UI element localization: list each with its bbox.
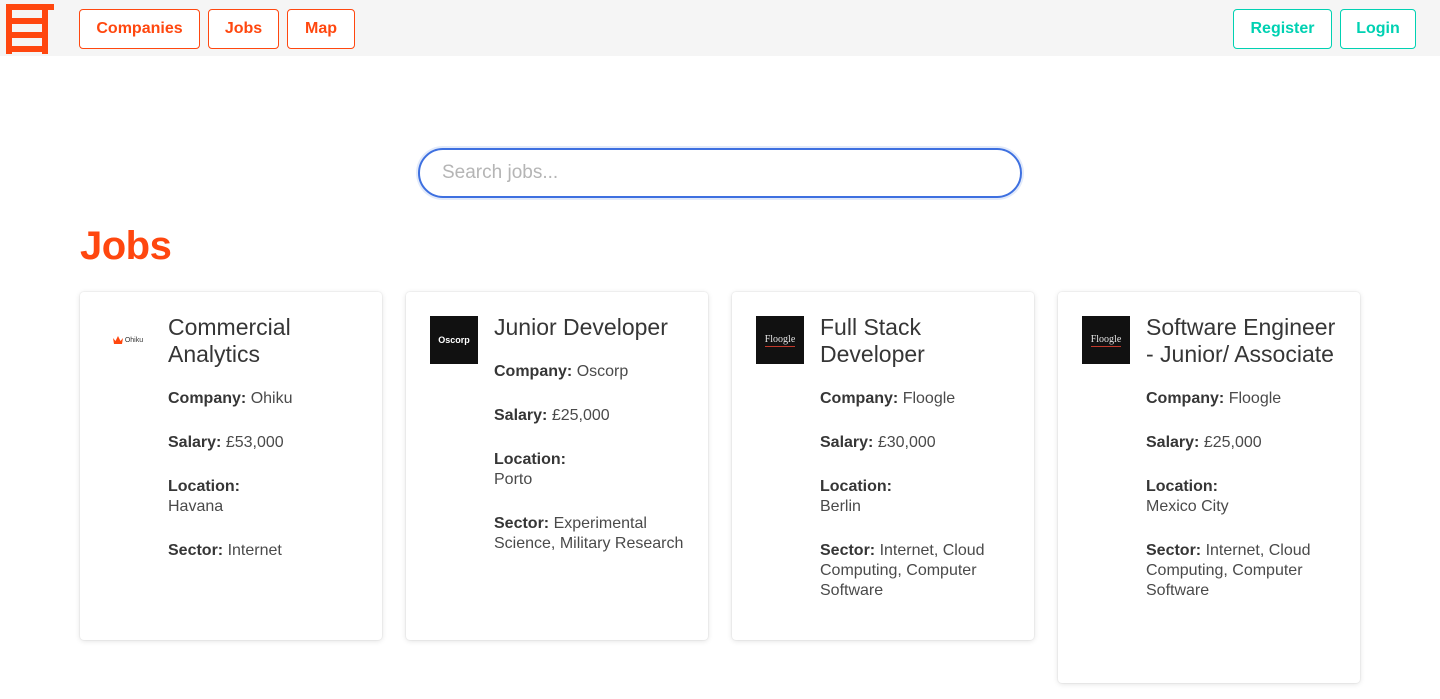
sector-label: Sector: bbox=[1146, 542, 1202, 559]
job-sector: Sector: Internet, Cloud Computing, Compu… bbox=[820, 541, 1020, 601]
location-value: Berlin bbox=[820, 498, 861, 515]
location-value: Porto bbox=[494, 471, 533, 488]
job-card[interactable]: Oscorp Junior Developer Company: Oscorp … bbox=[406, 292, 708, 640]
company-logo: Oscorp bbox=[430, 316, 478, 364]
location-label: Location: bbox=[168, 478, 240, 495]
job-company: Company: Floogle bbox=[820, 389, 1020, 409]
salary-label: Salary: bbox=[1146, 434, 1200, 451]
site-logo-icon[interactable] bbox=[2, 1, 54, 55]
company-logo-text: Floogle bbox=[1090, 333, 1122, 347]
job-sector: Sector: Internet bbox=[168, 541, 368, 561]
page-title: Jobs bbox=[80, 224, 172, 268]
sector-label: Sector: bbox=[494, 515, 550, 532]
job-location: Location: Berlin bbox=[820, 477, 1020, 517]
navbar: Companies Jobs Map Register Login bbox=[0, 0, 1440, 56]
job-title: Full Stack Developer bbox=[820, 314, 925, 367]
job-location: Location: Porto bbox=[494, 450, 694, 490]
nav-map-button[interactable]: Map bbox=[287, 9, 355, 49]
job-title: Software Engineer - Junior/ Associate bbox=[1146, 314, 1336, 367]
job-salary: Salary: £30,000 bbox=[820, 433, 1020, 453]
nav-companies-button[interactable]: Companies bbox=[79, 9, 200, 49]
company-label: Company: bbox=[494, 363, 573, 380]
location-label: Location: bbox=[820, 478, 892, 495]
job-salary: Salary: £25,000 bbox=[1146, 433, 1346, 453]
sector-label: Sector: bbox=[820, 542, 876, 559]
company-logo: Floogle bbox=[756, 316, 804, 364]
salary-value: £25,000 bbox=[1203, 434, 1262, 451]
salary-label: Salary: bbox=[168, 434, 222, 451]
company-label: Company: bbox=[168, 390, 247, 407]
location-label: Location: bbox=[494, 451, 566, 468]
company-value: Oscorp bbox=[576, 363, 629, 380]
company-label: Company: bbox=[820, 390, 899, 407]
job-title: Commercial Analytics bbox=[168, 314, 291, 367]
company-value: Floogle bbox=[902, 390, 956, 407]
salary-value: £30,000 bbox=[877, 434, 936, 451]
salary-value: £25,000 bbox=[551, 407, 610, 424]
sector-value: Internet bbox=[227, 542, 282, 559]
company-logo-text: Ohiku bbox=[124, 336, 144, 344]
company-logo: Ohiku bbox=[104, 316, 152, 364]
location-label: Location: bbox=[1146, 478, 1218, 495]
search-jobs-input[interactable] bbox=[418, 148, 1022, 198]
job-company: Company: Ohiku bbox=[168, 389, 368, 409]
crown-icon bbox=[112, 336, 123, 344]
location-value: Havana bbox=[168, 498, 224, 515]
job-salary: Salary: £53,000 bbox=[168, 433, 368, 453]
job-sector: Sector: Internet, Cloud Computing, Compu… bbox=[1146, 541, 1346, 601]
job-card[interactable]: Ohiku Commercial Analytics Company: Ohik… bbox=[80, 292, 382, 640]
location-value: Mexico City bbox=[1146, 498, 1229, 515]
company-label: Company: bbox=[1146, 390, 1225, 407]
job-card[interactable]: Floogle Full Stack Developer Company: Fl… bbox=[732, 292, 1034, 640]
nav-jobs-button[interactable]: Jobs bbox=[208, 9, 279, 49]
company-value: Ohiku bbox=[250, 390, 293, 407]
sector-label: Sector: bbox=[168, 542, 224, 559]
job-company: Company: Oscorp bbox=[494, 362, 694, 382]
job-location: Location: Mexico City bbox=[1146, 477, 1346, 517]
job-card[interactable]: Floogle Software Engineer - Junior/ Asso… bbox=[1058, 292, 1360, 683]
company-logo-text: Oscorp bbox=[438, 335, 470, 345]
job-sector: Sector: Experimental Science, Military R… bbox=[494, 514, 694, 554]
company-logo-text: Floogle bbox=[764, 333, 796, 347]
register-button[interactable]: Register bbox=[1233, 9, 1332, 49]
salary-label: Salary: bbox=[494, 407, 548, 424]
job-company: Company: Floogle bbox=[1146, 389, 1346, 409]
salary-value: £53,000 bbox=[225, 434, 284, 451]
job-salary: Salary: £25,000 bbox=[494, 406, 694, 426]
salary-label: Salary: bbox=[820, 434, 874, 451]
login-button[interactable]: Login bbox=[1340, 9, 1416, 49]
job-title: Junior Developer bbox=[494, 314, 668, 340]
company-logo: Floogle bbox=[1082, 316, 1130, 364]
job-location: Location: Havana bbox=[168, 477, 368, 517]
company-value: Floogle bbox=[1228, 390, 1282, 407]
